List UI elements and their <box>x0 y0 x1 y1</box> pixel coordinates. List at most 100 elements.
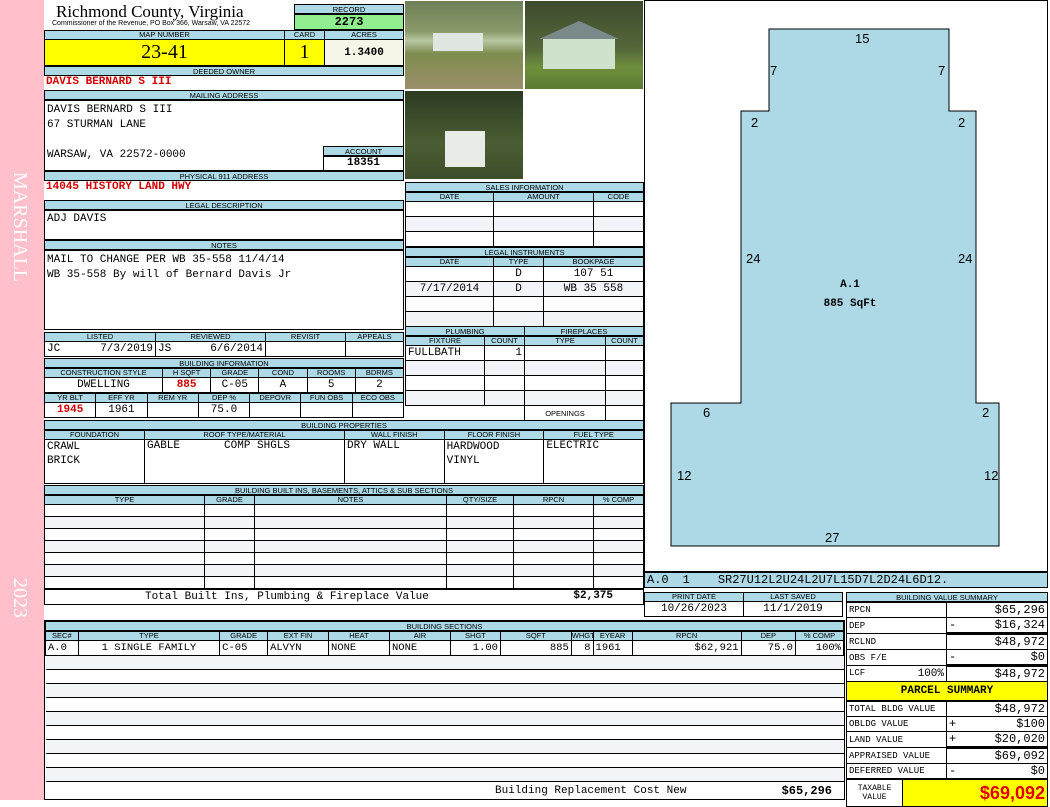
mailing-line1: DAVIS BERNARD S III <box>47 104 173 116</box>
col-header: GRADE <box>210 368 260 378</box>
section-row <box>45 683 844 698</box>
sidebar: MARSHALL 2023 <box>0 0 44 800</box>
col-header: EFF YR <box>95 393 148 403</box>
listed-by: JC <box>47 343 61 355</box>
appeals-label: APPEALS <box>345 332 404 342</box>
sketch-code: SR27U12L2U24L2U7L15D7L2D24L6D12. <box>717 573 949 587</box>
section-cell: NONE <box>388 640 451 656</box>
sales-label: SALES INFORMATION <box>405 182 644 192</box>
legal-label: LEGAL DESCRIPTION <box>44 200 404 210</box>
section-cell: 1 SINGLE FAMILY <box>77 640 221 656</box>
col-header: SEC# <box>45 631 79 641</box>
obldg-label: OBLDG VALUE <box>846 716 947 732</box>
account-label: ACCOUNT <box>323 146 404 156</box>
col-header: H SQFT <box>161 368 212 378</box>
record-number: 2273 <box>294 14 404 30</box>
fireplaces: FIREPLACES TYPE COUNT OPENINGS <box>524 326 644 421</box>
col-header: DATE <box>405 192 494 202</box>
plus-sign: + <box>949 732 957 747</box>
col-header: CONSTRUCTION STYLE <box>44 368 163 378</box>
building-information: BUILDING INFORMATION CONSTRUCTION STYLE H… <box>43 358 405 418</box>
building-properties: BUILDING PROPERTIES FOUNDATION ROOF TYPE/… <box>44 420 644 484</box>
col-header: % COMP <box>794 631 845 641</box>
rpcn-label: RPCN <box>846 602 947 618</box>
col-header: NOTES <box>254 495 447 505</box>
building-sketch[interactable]: 15 7 7 2 2 24 24 6 2 12 12 27 A.1 885 SqFt <box>644 0 1048 572</box>
col-header: EYEAR <box>592 631 633 641</box>
parcel-summary-label: PARCEL SUMMARY <box>846 681 1048 701</box>
col-header: ROOMS <box>306 368 356 378</box>
physical-address: 14045 HISTORY LAND HWY <box>46 181 192 193</box>
minus-sign: - <box>949 650 957 665</box>
col-header: GRADE <box>204 495 255 505</box>
col-header: TYPE <box>77 631 221 641</box>
property-photo-2[interactable] <box>524 0 644 90</box>
sketch-code-bar: A.0 1 SR27U12L2U24L2U7L15D7L2D24L6D12. <box>644 572 1048 588</box>
deferred-label: DEFERRED VALUE <box>846 763 947 779</box>
sketch-number: 1 <box>682 573 690 587</box>
section-cell: 1.00 <box>449 640 502 656</box>
col-header: RPCN <box>513 495 594 505</box>
parcel-id-box: MAP NUMBER CARD ACRES 23-41 1 1.3400 <box>44 30 404 66</box>
depreciation-pct: 75.0 <box>197 402 251 418</box>
plumbing-count: 1 <box>484 345 525 361</box>
floor-finish-1: HARDWOOD <box>446 441 500 453</box>
office-address: Commissioner of the Revenue, PO Box 366,… <box>52 20 251 27</box>
col-header: GRADE <box>219 631 269 641</box>
year-built: 1945 <box>43 402 97 418</box>
col-header: DATE <box>405 257 494 267</box>
sketch-area-sqft: 885 SqFt <box>823 298 877 310</box>
col-header: COUNT <box>605 336 644 346</box>
col-header: REM YR <box>146 393 199 403</box>
col-header: RPCN <box>631 631 742 641</box>
col-header: YR BLT <box>43 393 97 403</box>
building-sections-label: BUILDING SECTIONS <box>45 621 844 631</box>
legal-instruments: LEGAL INSTRUMENTS DATE TYPE BOOKPAGE D 107 … <box>405 247 644 327</box>
sketch-dimension: 2 <box>958 115 966 130</box>
col-header: FOUNDATION <box>44 430 145 440</box>
instrument-type: D <box>493 266 544 282</box>
acres-label: ACRES <box>324 30 404 40</box>
building-sections: BUILDING SECTIONS SEC# TYPE GRADE EXT FIN HE… <box>44 620 845 800</box>
remaining-year <box>146 402 199 418</box>
sketch-dimension: 12 <box>984 468 999 483</box>
section-cell: 75.0 <box>740 640 796 656</box>
col-header: BOOKPAGE <box>543 257 644 267</box>
section-cell: ALVYN <box>267 640 330 656</box>
note-line: MAIL TO CHANGE PER WB 35-558 11/4/14 <box>47 254 285 266</box>
roof-material: COMP SHGLS <box>224 440 291 453</box>
col-header: FUN OBS <box>300 393 353 403</box>
section-cell: C-05 <box>219 640 269 656</box>
note-line: WB 35-558 By will of Bernard Davis Jr <box>47 269 292 281</box>
section-row <box>45 725 844 740</box>
record-label: RECORD <box>294 4 404 14</box>
sketch-dimension: 6 <box>703 405 711 420</box>
appraised-value: $69,092 <box>946 746 1048 764</box>
openings-label: OPENINGS <box>524 405 606 421</box>
col-header: EXT FIN <box>267 631 330 641</box>
obs-value: $0 <box>1030 650 1045 665</box>
lcf-pct: 100% <box>917 667 944 680</box>
property-photo-3[interactable] <box>404 90 524 180</box>
mailing-line2: 67 STURMAN LANE <box>47 119 147 131</box>
taxable-value: $69,092 <box>902 779 1048 807</box>
col-header: BDRMS <box>354 368 405 378</box>
appraised-label: APPRAISED VALUE <box>846 747 947 764</box>
mailing-label: MAILING ADDRESS <box>44 90 404 100</box>
col-header: DEPOVR <box>249 393 302 403</box>
col-header: AIR <box>388 631 451 641</box>
plumbing: PLUMBING FIXTURE COUNT FULLBATH 1 <box>405 326 525 406</box>
review-table: LISTED REVIEWED REVISIT APPEALS JC 7/3/2019 J… <box>44 332 404 357</box>
listed-label: LISTED <box>44 332 156 342</box>
plumbing-fixture: FULLBATH <box>405 345 485 361</box>
property-photo-1[interactable] <box>404 0 524 90</box>
notes: MAIL TO CHANGE PER WB 35-558 11/4/14 WB … <box>44 250 404 330</box>
obldg-value: $100 <box>1016 717 1045 731</box>
col-header: HEAT <box>328 631 390 641</box>
appeals-value <box>345 341 404 357</box>
building-info-label: BUILDING INFORMATION <box>44 358 404 368</box>
built-in-row <box>44 576 644 589</box>
last-saved-label: LAST SAVED <box>743 592 843 602</box>
instruments-label: LEGAL INSTRUMENTS <box>405 247 644 257</box>
dates-table: PRINT DATE LAST SAVED 10/26/2023 11/1/2019 <box>644 592 843 617</box>
